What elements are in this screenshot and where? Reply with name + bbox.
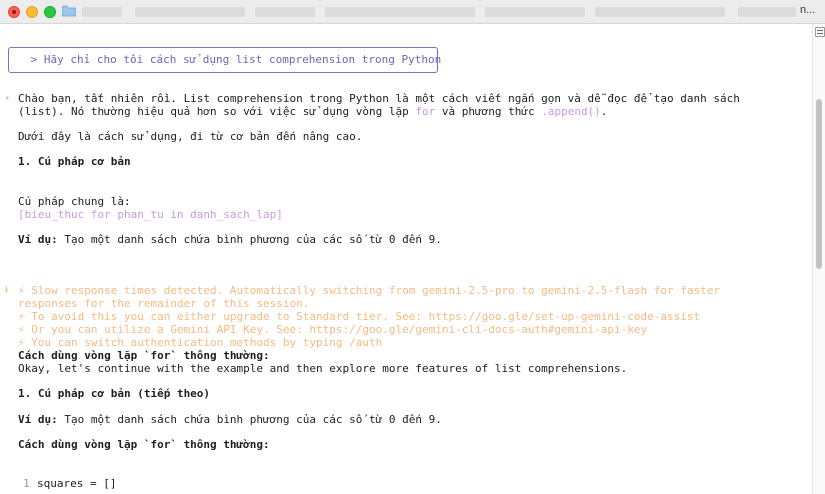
scrollbar-thumb[interactable] — [816, 99, 822, 269]
inline-code-for: for — [415, 105, 436, 118]
response-intro-line-2: (list). Nó thường hiệu quả hơn so với vi… — [18, 105, 607, 118]
redacted-title-segment — [325, 7, 475, 17]
warning-line: ⚡ Slow response times detected. Automati… — [18, 284, 720, 297]
redacted-title-segment — [255, 7, 315, 17]
section-heading: 1. Cú pháp cơ bản — [18, 155, 131, 168]
example-line: Ví dụ: Tạo một danh sách chứa bình phươn… — [18, 413, 442, 426]
window-title-suffix: n... — [800, 4, 816, 16]
inline-code-append: .append() — [541, 105, 601, 118]
redacted-title-segment — [135, 7, 245, 17]
example-label: Ví dụ: — [18, 233, 58, 246]
example-line: Ví dụ: Tạo một danh sách chứa bình phươn… — [18, 233, 442, 246]
intro-text: . — [600, 105, 608, 118]
warning-line: responses for the remainder of this sess… — [18, 297, 310, 310]
loop-heading: Cách dùng vòng lặp `for` thông thường: — [18, 438, 270, 451]
intro-text: (list). Nó thường hiệu quả hơn so với vi… — [18, 105, 416, 118]
syntax-label: Cú pháp chung là: — [18, 195, 131, 208]
example-text: Tạo một danh sách chứa bình phương của c… — [57, 413, 442, 426]
warning-line: ⚡ To avoid this you can either upgrade t… — [18, 310, 701, 323]
user-prompt-box: > Hãy chỉ cho tôi cách sử dụng list comp… — [8, 47, 442, 73]
response-marker-icon: ✦ — [5, 93, 10, 102]
redacted-title-segment — [82, 7, 122, 17]
section-heading: 1. Cú pháp cơ bản (tiếp theo) — [18, 387, 211, 400]
window-titlebar: n... — [0, 0, 825, 24]
syntax-code: [bieu_thuc for phan_tu in danh_sach_lap] — [18, 208, 283, 221]
continue-line: Okay, let's continue with the example an… — [18, 362, 628, 375]
folder-icon — [62, 5, 76, 17]
code-line: squares = [] — [37, 477, 117, 490]
warning-line: ⚡ You can switch authentication methods … — [18, 336, 383, 349]
example-label: Ví dụ: — [18, 413, 58, 426]
vertical-scrollbar[interactable] — [812, 24, 825, 494]
response-intro-line-1: Chào bạn, tất nhiên rồi. List comprehens… — [18, 92, 740, 105]
zoom-window-button[interactable] — [44, 6, 56, 18]
redacted-title-segment — [595, 7, 725, 17]
loop-heading: Cách dùng vòng lặp `for` thông thường: — [18, 349, 270, 362]
close-window-button[interactable] — [8, 6, 20, 18]
response-intro-line-3: Dưới đây là cách sử dụng, đi từ cơ bản đ… — [18, 130, 363, 143]
redacted-title-segment — [738, 7, 796, 17]
info-marker-icon: ℹ — [5, 285, 9, 294]
minimize-window-button[interactable] — [26, 6, 38, 18]
user-prompt-text: > Hãy chỉ cho tôi cách sử dụng list comp… — [24, 53, 442, 66]
warning-line: ⚡ Or you can utilize a Gemini API Key. S… — [18, 323, 648, 336]
intro-text: và phương thức — [435, 105, 542, 118]
code-line-number: 1 — [23, 477, 30, 490]
scroll-menu-icon[interactable] — [815, 27, 825, 37]
redacted-title-segment — [485, 7, 585, 17]
example-text: Tạo một danh sách chứa bình phương của c… — [57, 233, 442, 246]
